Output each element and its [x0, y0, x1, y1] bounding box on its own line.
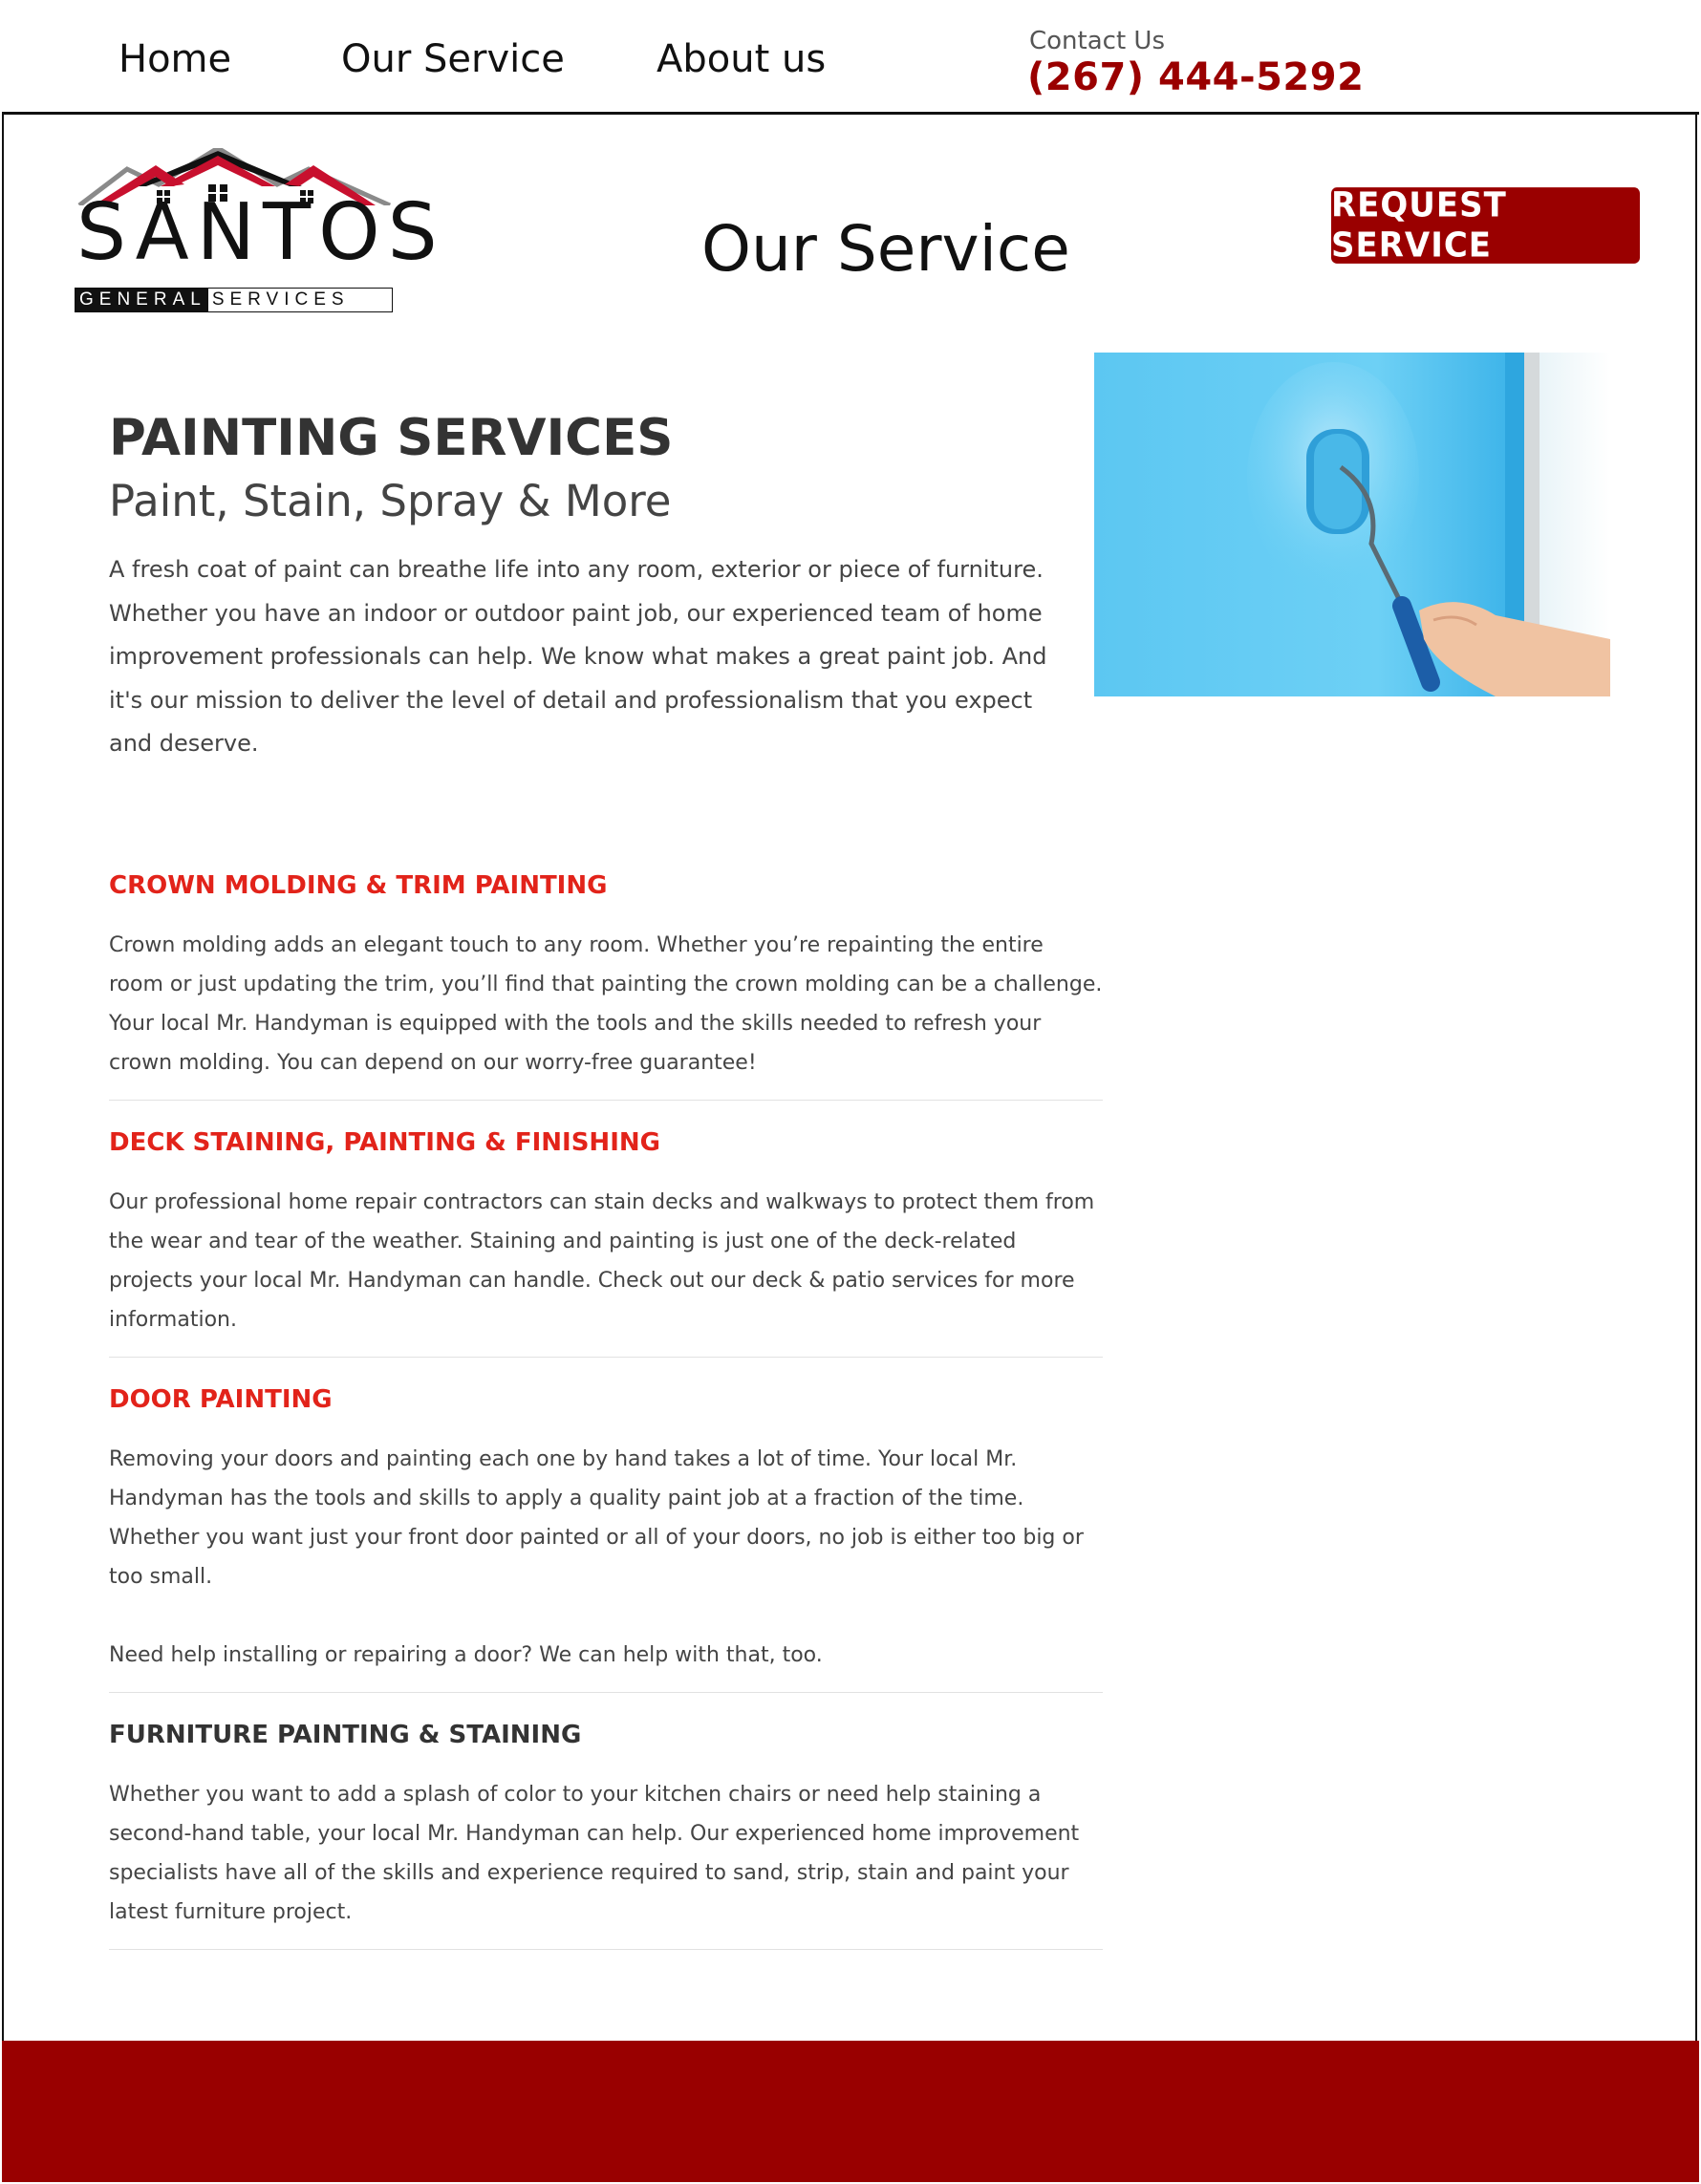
- service-list: CROWN MOLDING & TRIM PAINTING Crown mold…: [109, 865, 1103, 1971]
- service-title: FURNITURE PAINTING & STAINING: [109, 1721, 582, 1749]
- service-item: CROWN MOLDING & TRIM PAINTING Crown mold…: [109, 865, 1103, 1101]
- intro-section: PAINTING SERVICES Paint, Stain, Spray & …: [109, 409, 1103, 766]
- intro-paragraph: A fresh coat of paint can breathe life i…: [109, 556, 1047, 758]
- service-title: CROWN MOLDING & TRIM PAINTING: [109, 871, 608, 900]
- service-description: Whether you want to add a splash of colo…: [109, 1783, 1080, 1924]
- service-description: Removing your doors and painting each on…: [109, 1447, 1084, 1589]
- section-heading: PAINTING SERVICES: [109, 409, 674, 467]
- contact-label: Contact Us: [1029, 27, 1165, 55]
- top-navigation: Home Our Service About us Contact Us (26…: [2, 2, 1699, 115]
- nav-home-link[interactable]: Home: [118, 37, 231, 81]
- footer-bar: [2, 2041, 1699, 2182]
- page-title: Our Service: [701, 212, 1070, 286]
- service-description: Crown molding adds an elegant touch to a…: [109, 933, 1103, 1075]
- service-item: DOOR PAINTING Removing your doors and pa…: [109, 1379, 1103, 1693]
- section-subheading: Paint, Stain, Spray & More: [109, 476, 672, 527]
- service-title: DOOR PAINTING: [109, 1385, 333, 1414]
- nav-about-link[interactable]: About us: [657, 37, 826, 81]
- contact-phone[interactable]: (267) 444-5292: [1027, 55, 1364, 99]
- logo-subtitle: GENERAL SERVICES: [75, 288, 393, 312]
- company-logo[interactable]: SANTOS GENERAL SERVICES: [75, 148, 445, 315]
- service-note: Need help installing or repairing a door…: [109, 1643, 823, 1667]
- request-service-button[interactable]: REQUEST SERVICE: [1331, 185, 1640, 266]
- service-item: DECK STAINING, PAINTING & FINISHING Our …: [109, 1122, 1103, 1358]
- service-item: FURNITURE PAINTING & STAINING Whether yo…: [109, 1714, 1103, 1950]
- service-description: Our professional home repair contractors…: [109, 1190, 1095, 1332]
- service-title: DECK STAINING, PAINTING & FINISHING: [109, 1128, 660, 1157]
- logo-wordmark: SANTOS: [76, 187, 445, 278]
- nav-service-link[interactable]: Our Service: [341, 37, 565, 81]
- logo-sub-general: GENERAL: [75, 289, 208, 311]
- logo-sub-services: SERVICES: [211, 289, 350, 310]
- paint-roller-image: [1094, 353, 1610, 696]
